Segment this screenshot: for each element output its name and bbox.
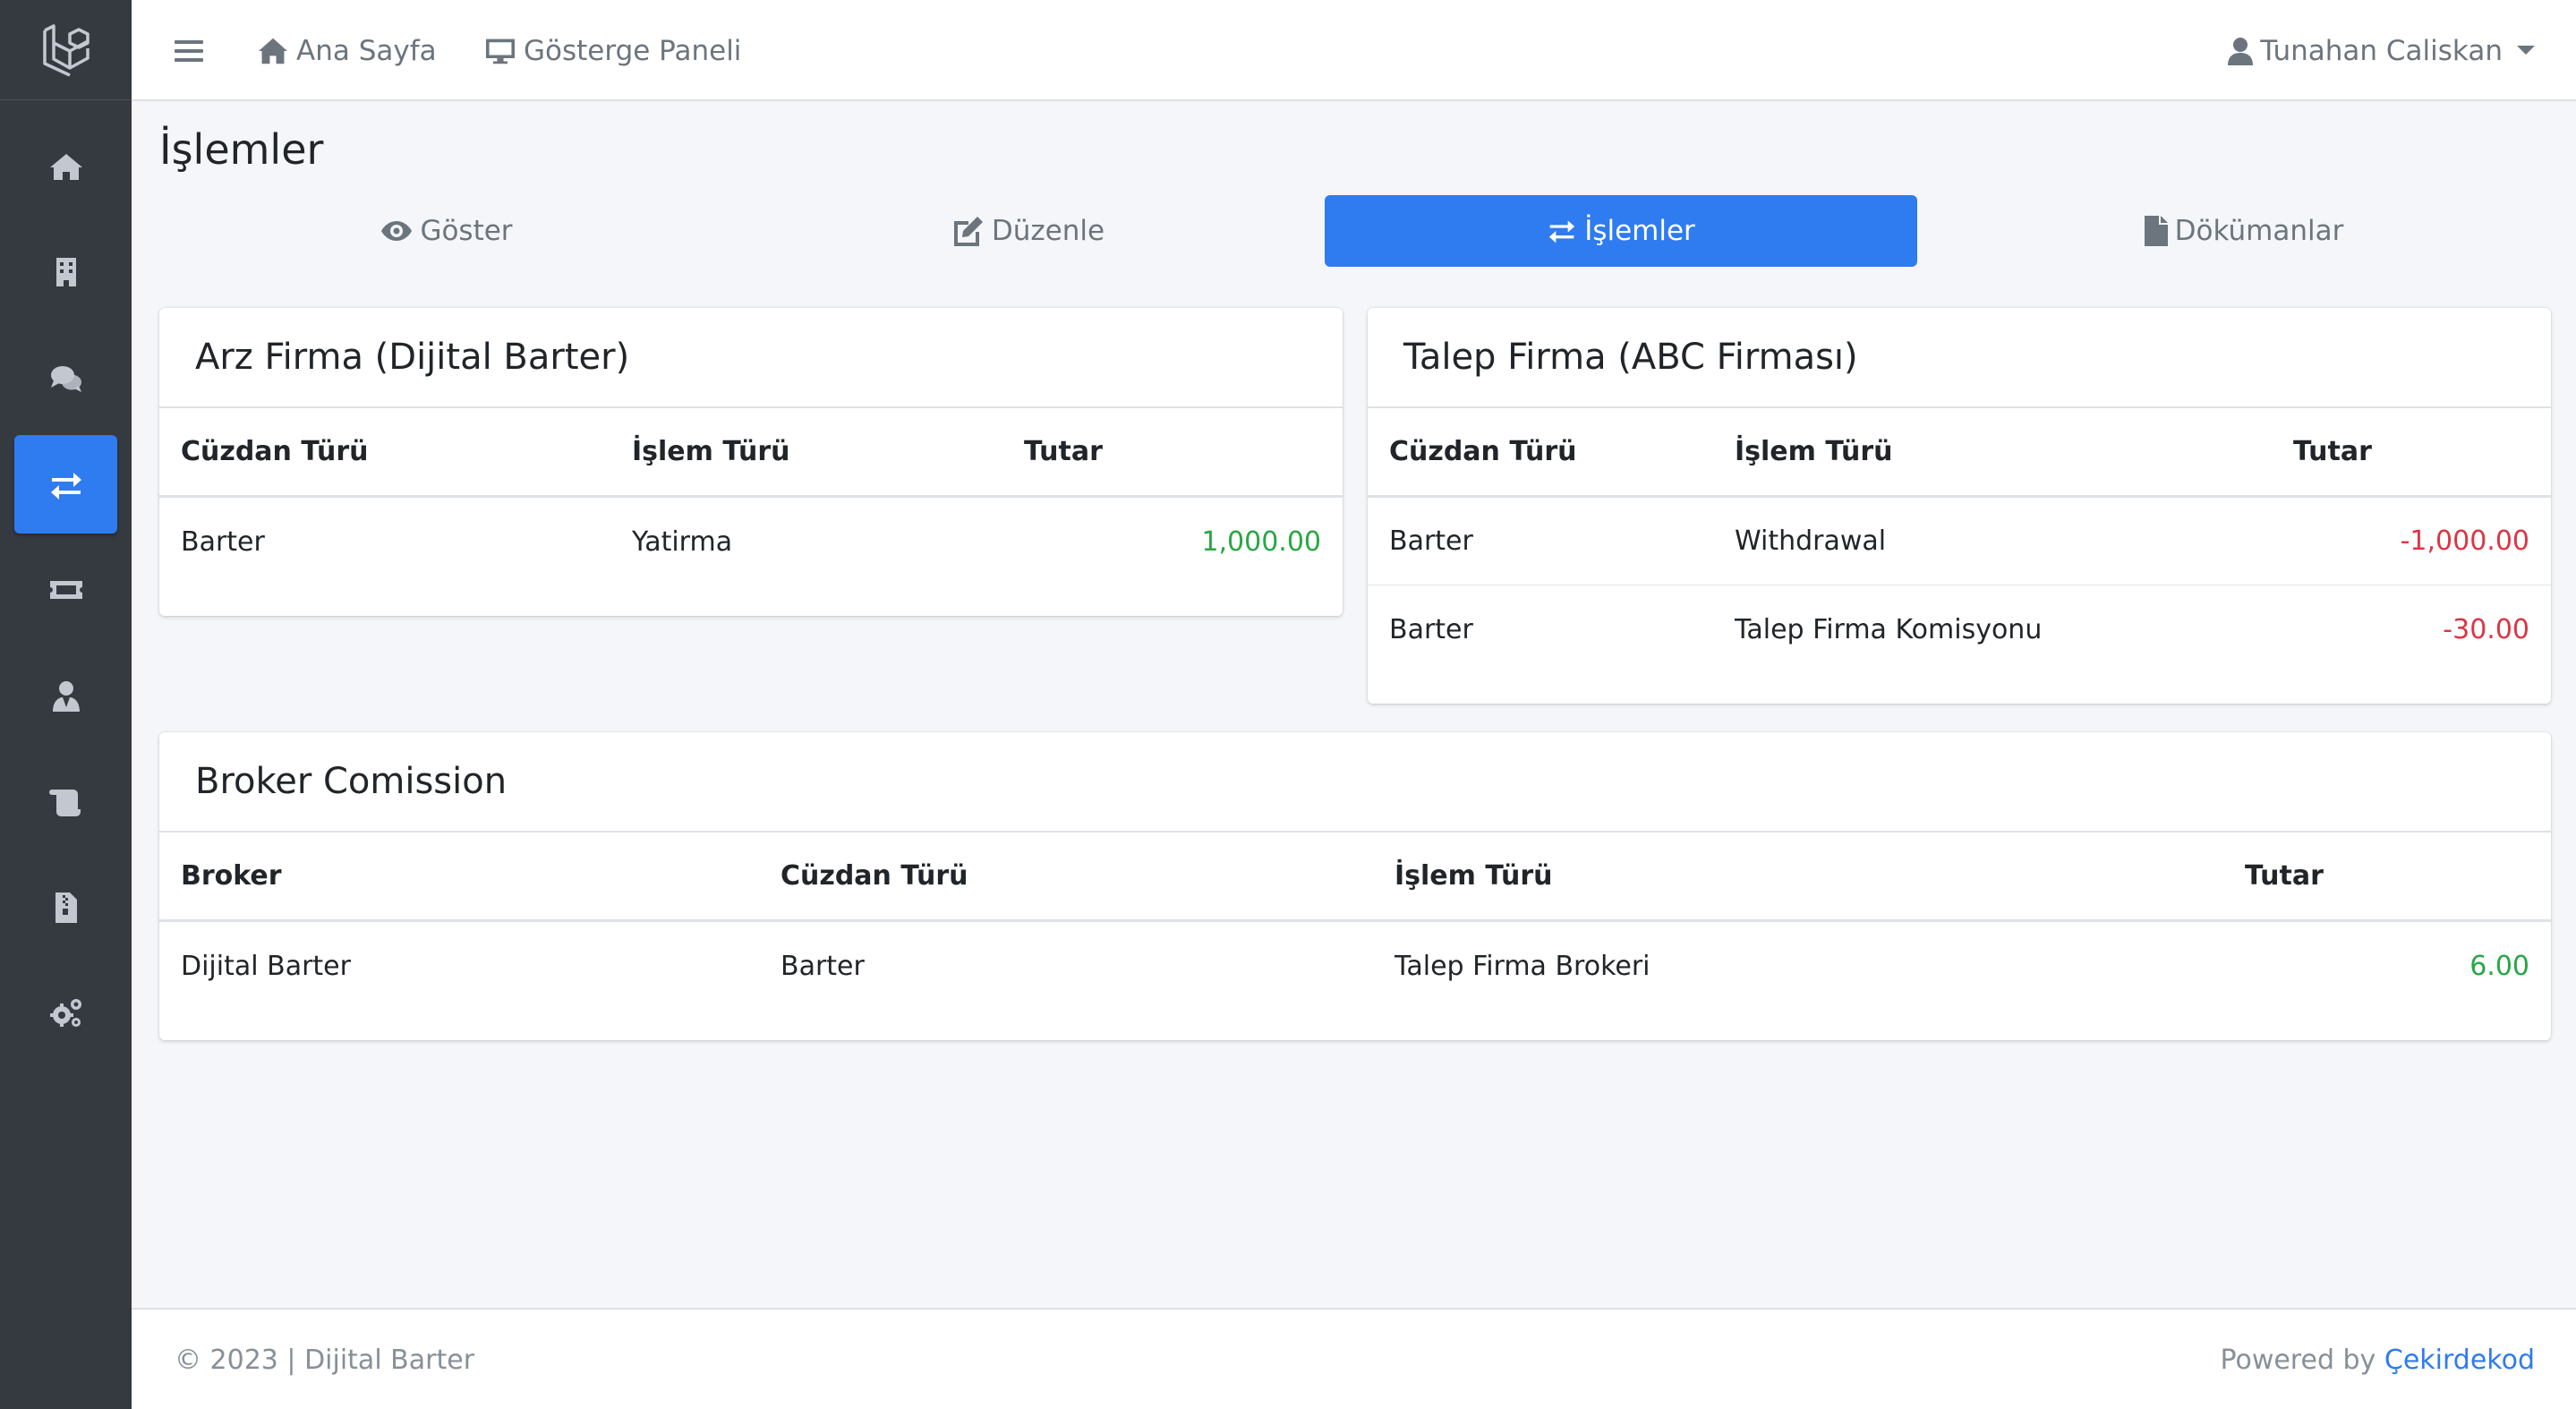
tab-documents[interactable]: Dökümanlar [1948,195,2540,267]
cell-amount: -1,000.00 [2400,525,2529,557]
table-header-row: Cüzdan Türü İşlem Türü Tutar [159,408,1343,498]
sidebar-toggle-button[interactable] [175,0,210,101]
table-row: Barter Yatirma 1,000.00 [159,498,1343,585]
comments-icon [50,366,81,392]
table-header-row: Cüzdan Türü İşlem Türü Tutar [1368,408,2551,498]
cell-wallet: Barter [1389,613,1473,645]
page-title: İşlemler [159,125,324,174]
nav-dashboard-label: Gösterge Paneli [524,34,742,67]
column-header-transaction-type: İşlem Türü [632,436,790,467]
sidebar-item-users[interactable] [14,647,117,746]
hamburger-icon [175,39,203,62]
building-icon [55,258,76,286]
laravel-logo-icon [42,23,90,77]
cell-wallet: Barter [780,950,865,982]
tab-transactions-label: İşlemler [1584,215,1695,247]
column-header-amount: Tutar [1024,436,1103,467]
column-header-amount: Tutar [2293,436,2372,467]
cell-transaction-type: Talep Firma Komisyonu [1735,613,2043,645]
talep-firma-title: Talep Firma (ABC Firması) [1368,308,2551,408]
tab-show[interactable]: Göster [150,195,743,267]
sidebar-item-home[interactable] [14,117,117,216]
column-header-transaction-type: İşlem Türü [1395,860,1553,892]
top-navbar: Ana Sayfa Gösterge Paneli Tunahan Calisk… [132,0,2576,101]
table-row: Barter Withdrawal -1,000.00 [1368,498,2551,585]
broker-commission-title: Broker Comission [159,732,2551,833]
footer-copyright: © 2023 | Dijital Barter [175,1345,475,1376]
cell-transaction-type: Talep Firma Brokeri [1395,950,1651,982]
user-name: Tunahan Caliskan [2260,34,2503,67]
eye-icon [381,221,413,241]
table-row: Dijital Barter Barter Talep Firma Broker… [159,922,2551,1010]
cell-wallet: Barter [181,525,265,558]
tab-transactions[interactable]: İşlemler [1325,195,1917,267]
sidebar-item-transactions[interactable] [14,435,117,534]
arz-firma-title: Arz Firma (Dijital Barter) [159,308,1343,408]
column-header-amount: Tutar [2245,860,2324,892]
table-row: Barter Talep Firma Komisyonu -30.00 [1368,585,2551,673]
sidebar-item-contracts[interactable] [14,753,117,851]
scroll-icon [48,790,81,816]
cell-amount: 1,000.00 [1201,525,1321,558]
column-header-wallet: Cüzdan Türü [1389,436,1577,467]
cell-transaction-type: Yatirma [632,525,733,558]
cell-transaction-type: Withdrawal [1735,525,1887,557]
cell-broker: Dijital Barter [181,950,351,982]
sidebar-item-messages[interactable] [14,329,117,428]
tab-edit[interactable]: Düzenle [732,195,1325,267]
footer: © 2023 | Dijital Barter Powered by Çekir… [132,1308,2576,1409]
exchange-icon [50,473,81,500]
cell-amount: 6.00 [2469,950,2529,982]
sidebar [0,0,132,1409]
user-icon [2228,37,2254,65]
column-header-wallet: Cüzdan Türü [181,436,369,467]
nav-home-label: Ana Sayfa [296,34,437,67]
tab-documents-label: Dökümanlar [2174,215,2344,247]
home-icon [49,154,82,180]
footer-company-link[interactable]: Çekirdekod [2384,1345,2535,1376]
brand-logo[interactable] [0,0,132,100]
column-header-wallet: Cüzdan Türü [780,860,968,892]
home-icon [259,38,287,64]
nav-dashboard-link[interactable]: Gösterge Paneli [484,0,741,101]
broker-commission-card: Broker Comission Broker Cüzdan Türü İşle… [159,732,2551,1040]
ticket-icon [49,581,82,599]
edit-icon [953,217,983,246]
user-menu-dropdown[interactable]: Tunahan Caliskan [2228,0,2535,101]
exchange-icon [1549,220,1575,243]
tab-show-label: Göster [420,215,513,247]
sidebar-item-archives[interactable] [14,858,117,957]
caret-down-icon [2517,45,2535,55]
file-archive-icon [55,892,77,923]
sidebar-item-companies[interactable] [14,223,117,321]
tab-edit-label: Düzenle [991,215,1105,247]
arz-firma-card: Arz Firma (Dijital Barter) Cüzdan Türü İ… [159,308,1343,616]
cogs-icon [49,999,81,1027]
sidebar-item-settings[interactable] [14,964,117,1063]
cell-wallet: Barter [1389,525,1473,557]
column-header-broker: Broker [181,860,282,892]
file-icon [2144,216,2168,246]
footer-powered-label: Powered by [2220,1345,2376,1376]
sidebar-item-tickets[interactable] [14,541,117,639]
footer-powered: Powered by Çekirdekod [2220,1310,2535,1409]
column-header-transaction-type: İşlem Türü [1735,436,1893,467]
desktop-icon [486,38,515,64]
table-header-row: Broker Cüzdan Türü İşlem Türü Tutar [159,833,2551,922]
cell-amount: -30.00 [2443,613,2529,645]
user-tie-icon [52,681,80,712]
talep-firma-card: Talep Firma (ABC Firması) Cüzdan Türü İş… [1368,308,2551,704]
nav-home-link[interactable]: Ana Sayfa [257,0,437,101]
